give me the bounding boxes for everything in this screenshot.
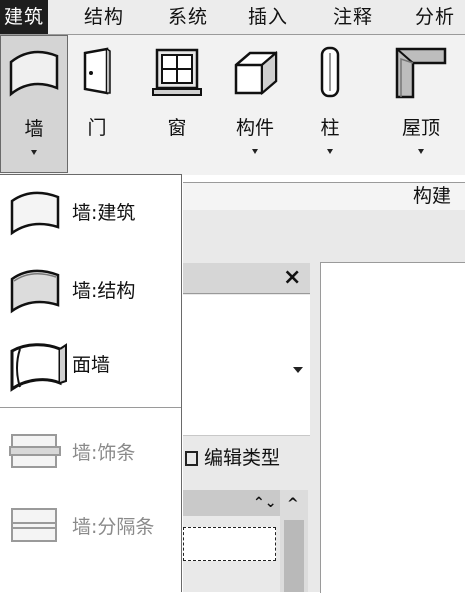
menu-item-label: 墙:饰条	[72, 442, 136, 464]
door-label: 门	[87, 117, 107, 139]
face-wall-icon	[8, 341, 68, 393]
roof-button[interactable]: 屋顶	[388, 35, 454, 171]
drawing-canvas[interactable]	[320, 262, 465, 593]
tab-analyze[interactable]: 分析	[415, 0, 465, 34]
component-label: 构件	[235, 117, 274, 139]
chevron-down-icon[interactable]	[293, 367, 303, 373]
close-icon[interactable]: ×	[283, 263, 301, 293]
menu-item-wall-sweep[interactable]: 墙:饰条	[0, 423, 181, 483]
menu-item-wall-reveal[interactable]: 墙:分隔条	[0, 497, 181, 557]
menu-item-wall-structural[interactable]: 墙:结构	[0, 261, 181, 321]
component-icon	[230, 47, 282, 99]
edit-type-icon	[185, 451, 198, 466]
panel-title: 构建	[412, 185, 451, 207]
window-button[interactable]: 窗	[146, 35, 208, 171]
wall-dropdown-menu: 墙:建筑 墙:结构 面墙 墙:饰条 墙:分隔条	[0, 174, 182, 592]
wall-reveal-icon	[8, 503, 62, 547]
collapse-icon[interactable]: ⌃⌄	[253, 490, 276, 516]
column-label: 柱	[320, 117, 340, 139]
edit-type-button[interactable]: 编辑类型	[204, 446, 280, 470]
window-label: 窗	[167, 117, 187, 139]
menu-item-face-wall[interactable]: 面墙	[0, 335, 181, 395]
wall-icon	[8, 46, 60, 98]
ribbon-panel: 墙 门 窗 构件 柱 屋顶	[0, 35, 465, 175]
wall-sweep-icon	[8, 429, 62, 473]
door-button[interactable]: 门	[72, 35, 122, 171]
column-button[interactable]: 柱	[306, 35, 354, 171]
wall-icon	[8, 189, 62, 237]
roof-label: 屋顶	[401, 117, 440, 139]
tab-systems[interactable]: 系统	[168, 0, 208, 34]
menu-item-label: 墙:分隔条	[72, 516, 155, 538]
type-selector[interactable]	[183, 295, 310, 436]
wall-button[interactable]: 墙	[0, 35, 68, 173]
chevron-down-icon	[252, 149, 258, 154]
menu-item-label: 墙:结构	[72, 280, 136, 302]
chevron-down-icon	[31, 150, 37, 155]
wall-icon	[8, 267, 62, 315]
chevron-down-icon	[418, 149, 424, 154]
ribbon-panel-title-bar: 构建	[183, 182, 465, 211]
tab-architecture[interactable]: 建筑	[0, 0, 49, 34]
menu-item-label: 面墙	[72, 354, 111, 376]
ribbon-tab-bar: 建筑 结构 系统 插入 注释 分析	[0, 0, 465, 35]
scrollbar-thumb[interactable]	[284, 520, 304, 592]
tab-annotate[interactable]: 注释	[333, 0, 373, 34]
column-icon	[319, 45, 341, 99]
properties-grid-cell[interactable]	[183, 527, 276, 561]
tab-insert[interactable]: 插入	[248, 0, 288, 34]
chevron-down-icon	[327, 149, 333, 154]
tab-structure[interactable]: 结构	[84, 0, 124, 34]
component-button[interactable]: 构件	[222, 35, 288, 171]
roof-icon	[393, 45, 449, 101]
door-icon	[82, 47, 112, 95]
wall-label: 墙	[24, 118, 44, 140]
scroll-up-icon[interactable]: ^	[287, 496, 299, 512]
menu-item-label: 墙:建筑	[72, 202, 136, 224]
menu-item-wall-architectural[interactable]: 墙:建筑	[0, 183, 181, 243]
menu-separator	[0, 407, 181, 408]
window-icon	[151, 47, 203, 99]
